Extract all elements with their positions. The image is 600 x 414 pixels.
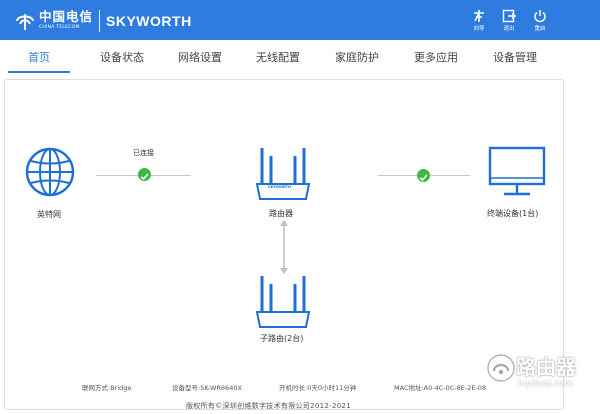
terminal-label: 终端设备(1台) [487,209,539,218]
uptime-text: 开机时长:0天0小时11分钟 [279,384,357,392]
power-icon [534,10,546,23]
copyright-text: 版权所有©深圳创维数字技术有限公司2012-2021 [186,402,351,410]
main-nav: 首页 设备状态 网络设置 无线配置 家庭防护 更多应用 设备管理 [0,40,564,75]
terminal-ok-icon [417,169,430,182]
logo-cn-text: 中国电信 [39,8,94,24]
logo-en-text: CHINA TELECOM [39,25,80,31]
tab-network-settings[interactable]: 网络设置 [166,40,234,75]
router-icon[interactable] [254,146,312,204]
tab-home[interactable]: 首页 [8,40,70,75]
globe-icon[interactable] [24,146,76,198]
logout-button[interactable]: 退出 [498,9,520,32]
site-watermark: 路由器 luyouqi.com [484,349,600,399]
tab-wireless-config[interactable]: 无线配置 [244,40,312,75]
logout-button-label: 退出 [503,26,515,32]
router-brand-badge: SKYWORTH [268,185,292,189]
brand-name: SKYWORTH [106,13,192,29]
reboot-button-label: 重启 [534,26,546,32]
subrouter-link-arrow-icon [280,220,288,274]
watermark-url: luyouqi.com [518,379,574,389]
top-header: 中国电信 CHINA TELECOM SKYWORTH 向导 退出 重启 [0,0,600,40]
connection-ok-icon [138,168,151,181]
active-tab-indicator [8,71,70,73]
monitor-icon[interactable] [488,146,546,198]
watermark-logo-icon [487,354,515,382]
subrouter-icon[interactable] [254,274,312,332]
watermark-title: 路由器 [516,355,576,379]
connection-status-text: 已连接 [133,149,154,157]
wizard-button-label: 向导 [473,26,485,32]
device-model-text: 设备型号:SK-WR6640X [172,384,242,392]
wizard-icon [474,10,484,22]
tab-device-status[interactable]: 设备状态 [88,40,156,75]
tab-home-protection[interactable]: 家庭防护 [322,40,392,75]
logo-divider [99,10,101,32]
wizard-button[interactable]: 向导 [468,9,490,32]
tab-more-apps[interactable]: 更多应用 [401,40,471,75]
internet-label: 英特网 [37,210,61,219]
connection-type-text: 联网方式:Bridge [82,384,132,392]
mac-address-text: MAC地址:A0-4C-0C-8E-2E-08 [394,384,487,392]
subrouter-label: 子路由(2台) [260,334,304,343]
reboot-button[interactable]: 重启 [529,9,551,32]
logout-icon [502,9,516,23]
logo: 中国电信 CHINA TELECOM SKYWORTH [14,8,192,34]
tab-device-management[interactable]: 设备管理 [480,40,550,75]
china-telecom-logo-icon [16,14,34,30]
